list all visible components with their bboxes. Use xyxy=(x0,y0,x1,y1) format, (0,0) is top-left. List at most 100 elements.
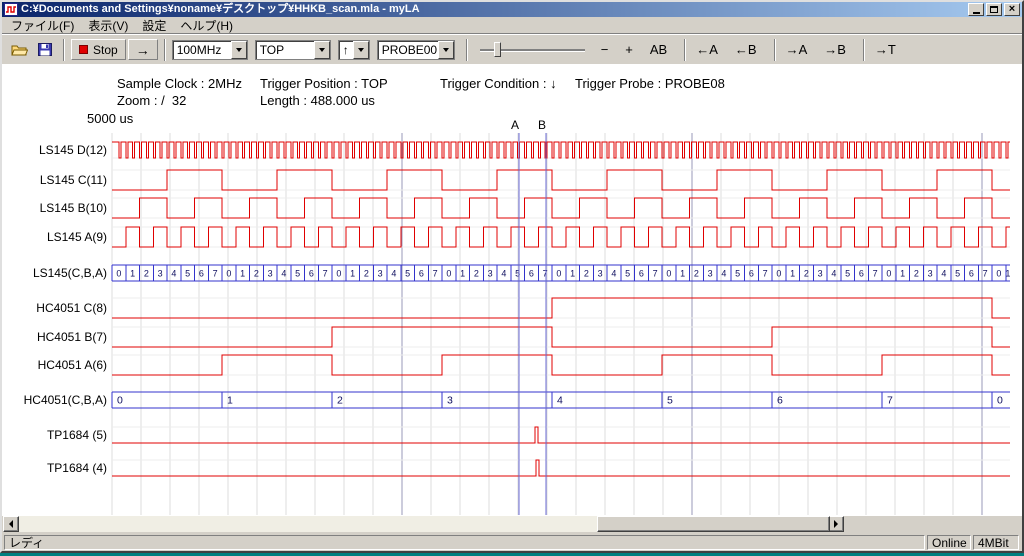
minimize-button[interactable] xyxy=(968,3,984,16)
bus-value: 7 xyxy=(213,269,218,279)
trace-label: HC4051 B(7) xyxy=(37,330,107,344)
status-message: レディ xyxy=(4,535,925,550)
bus-value: 4 xyxy=(831,269,836,279)
horizontal-scrollbar[interactable] xyxy=(3,516,844,532)
bus-value: 7 xyxy=(763,269,768,279)
bus-value: 1 xyxy=(1005,269,1010,279)
minimize-icon xyxy=(973,12,980,14)
jump-a-left-button[interactable]: ←A xyxy=(692,40,722,59)
bus-value: 2 xyxy=(474,269,479,279)
status-online: Online xyxy=(927,535,971,550)
zoom-slider-thumb[interactable] xyxy=(494,42,501,57)
bus-value: 0 xyxy=(226,269,231,279)
run-button[interactable]: → xyxy=(128,39,158,60)
scroll-thumb[interactable] xyxy=(597,516,830,532)
bus-value: 1 xyxy=(570,269,575,279)
bus-value: 0 xyxy=(116,269,121,279)
bus-value: 3 xyxy=(268,269,273,279)
bus-value: 3 xyxy=(447,395,453,407)
toolbar-separator xyxy=(684,39,686,61)
signal-trace xyxy=(112,198,1010,218)
bus-value: 6 xyxy=(749,269,754,279)
bus-value: 4 xyxy=(171,269,176,279)
close-button[interactable]: × xyxy=(1004,3,1020,16)
signal-trace xyxy=(112,460,1010,476)
signal-trace xyxy=(112,298,1010,318)
down-triangle-icon xyxy=(443,48,449,55)
menu-settings[interactable]: 設定 xyxy=(135,16,173,35)
open-button[interactable] xyxy=(7,39,31,61)
toolbar-separator xyxy=(774,39,776,61)
toolbar-separator xyxy=(863,39,865,61)
bus-value: 7 xyxy=(543,269,548,279)
stop-button[interactable]: Stop xyxy=(71,39,126,60)
down-triangle-icon xyxy=(319,48,325,55)
bus-value: 4 xyxy=(557,395,563,407)
stop-label: Stop xyxy=(93,43,118,57)
bus-value: 6 xyxy=(777,395,783,407)
chevron-down-icon[interactable] xyxy=(314,41,330,59)
menu-file[interactable]: ファイル(F) xyxy=(4,16,81,35)
bus-value: 3 xyxy=(708,269,713,279)
waveform-svg[interactable]: LS145 D(12)LS145 C(11)LS145 B(10)LS145 A… xyxy=(2,64,1022,516)
trigger-edge-select[interactable]: ↑ xyxy=(338,40,370,60)
bus-value: 7 xyxy=(873,269,878,279)
bus-value: 7 xyxy=(983,269,988,279)
scroll-track[interactable] xyxy=(19,516,828,532)
bus-value: 4 xyxy=(281,269,286,279)
marker-label-b: B xyxy=(538,118,546,132)
bus-value: 1 xyxy=(460,269,465,279)
waveform-area: Sample Clock : 2MHz Trigger Position : T… xyxy=(2,64,1022,516)
jump-trigger-button[interactable]: →T xyxy=(871,40,900,59)
bus-value: 2 xyxy=(694,269,699,279)
trace-label: LS145 A(9) xyxy=(47,230,107,244)
maximize-button[interactable] xyxy=(986,3,1002,16)
scroll-left-button[interactable] xyxy=(3,516,19,532)
sample-clock-select[interactable]: 100MHz xyxy=(172,40,248,60)
bus-value: 0 xyxy=(336,269,341,279)
zoom-in-button[interactable]: + xyxy=(621,40,637,59)
jump-b-right-button[interactable]: →B xyxy=(820,40,850,59)
bus-value: 4 xyxy=(611,269,616,279)
app-window: C:¥Documents and Settings¥noname¥デスクトップ¥… xyxy=(0,0,1024,553)
bus-value: 0 xyxy=(666,269,671,279)
toolbar-separator xyxy=(63,39,65,61)
scroll-right-button[interactable] xyxy=(828,516,844,532)
bus-value: 1 xyxy=(900,269,905,279)
bus-value: 1 xyxy=(350,269,355,279)
signal-trace xyxy=(112,170,1010,190)
menu-view[interactable]: 表示(V) xyxy=(81,16,135,35)
signal-trace xyxy=(112,227,1010,247)
chevron-down-icon[interactable] xyxy=(438,41,454,59)
bus-value: 2 xyxy=(584,269,589,279)
bus-value: 6 xyxy=(529,269,534,279)
bus-value: 1 xyxy=(227,395,233,407)
bus-value: 2 xyxy=(804,269,809,279)
toolbar-separator xyxy=(164,39,166,61)
jump-b-left-button[interactable]: ←B xyxy=(731,40,761,59)
save-button[interactable] xyxy=(33,39,57,61)
bus-value: 0 xyxy=(997,395,1003,407)
chevron-down-icon[interactable] xyxy=(353,41,369,59)
bus-value: 4 xyxy=(391,269,396,279)
sample-clock-value: 100MHz xyxy=(173,41,231,59)
zoom-ab-button[interactable]: AB xyxy=(646,40,671,59)
zoom-slider[interactable] xyxy=(480,41,585,59)
chevron-down-icon[interactable] xyxy=(231,41,247,59)
trigger-position-select[interactable]: TOP xyxy=(255,40,331,60)
bus-value: 3 xyxy=(818,269,823,279)
bus-value: 7 xyxy=(653,269,658,279)
trigger-probe-select[interactable]: PROBE00 xyxy=(377,40,455,60)
zoom-out-button[interactable]: − xyxy=(597,40,613,59)
bus-value: 0 xyxy=(556,269,561,279)
bus-value: 1 xyxy=(240,269,245,279)
menu-help[interactable]: ヘルプ(H) xyxy=(173,16,240,35)
bus-value: 6 xyxy=(859,269,864,279)
run-arrow-icon: → xyxy=(136,42,150,58)
scroll-row xyxy=(2,516,1022,532)
bus-value: 0 xyxy=(446,269,451,279)
bus-value: 0 xyxy=(117,395,123,407)
bus-value: 2 xyxy=(364,269,369,279)
bus-value: 5 xyxy=(667,395,673,407)
jump-a-right-button[interactable]: →A xyxy=(782,40,812,59)
